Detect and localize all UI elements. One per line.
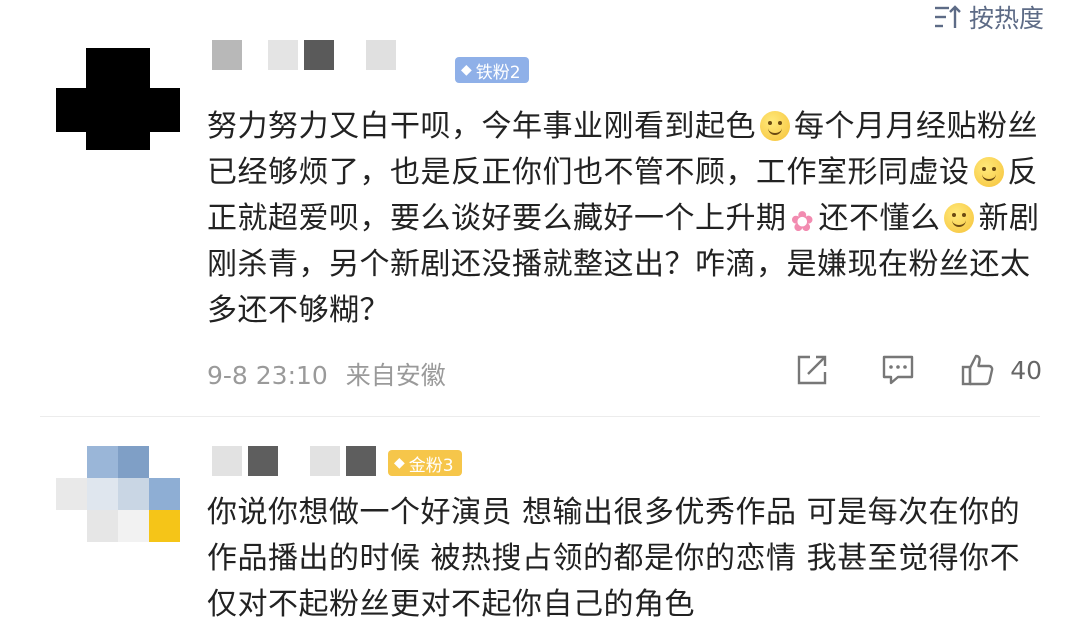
- comment-text-part: 还不懂么: [818, 201, 941, 236]
- like-icon[interactable]: [960, 352, 996, 388]
- share-icon[interactable]: [794, 352, 830, 388]
- comment-meta: 9-8 23:10 来自安徽: [207, 356, 446, 392]
- avatar[interactable]: [56, 446, 180, 542]
- comment-item: ◆ 金粉3 你说你想做一个好演员 想输出很多优秀作品 可是每次在你的作品播出的时…: [0, 440, 1080, 639]
- comment-actions: 40: [794, 352, 1042, 388]
- username-redacted[interactable]: [212, 446, 376, 476]
- avatar[interactable]: [56, 48, 180, 150]
- smile-emoji: [973, 157, 1004, 187]
- like-count: 40: [1010, 355, 1042, 385]
- comment-time: 9-8 23:10: [207, 361, 328, 390]
- reply-icon[interactable]: [880, 352, 916, 388]
- username-redacted[interactable]: [212, 40, 396, 70]
- comment-text-part: 努力努力又白干呗，今年事业刚看到起色: [207, 109, 756, 144]
- smile-emoji: [760, 111, 790, 141]
- diamond-icon: ◆: [394, 455, 405, 471]
- fan-badge[interactable]: ◆ 铁粉2: [455, 57, 529, 83]
- sort-icon: [934, 5, 961, 28]
- comment-text: 努力努力又白干呗，今年事业刚看到起色 每个月月经贴粉丝已经够烦了，也是反正你们也不…: [207, 104, 1047, 334]
- diamond-icon: ◆: [461, 62, 472, 78]
- smile-emoji: [944, 203, 975, 233]
- flower-emoji: ✿: [790, 205, 815, 238]
- comment-text: 你说你想做一个好演员 想输出很多优秀作品 可是每次在你的作品播出的时候 被热搜占…: [207, 495, 1021, 622]
- badge-label: 金粉3: [408, 455, 454, 476]
- fan-badge[interactable]: ◆ 金粉3: [388, 450, 462, 476]
- comment-item: ◆ 铁粉2 努力努力又白干呗，今年事业刚看到起色 每个月月经贴粉丝已经够烦了，也是…: [0, 30, 1080, 410]
- comment-location: 来自安徽: [345, 361, 446, 390]
- divider: [40, 416, 1040, 417]
- sort-by-hot-button[interactable]: 按热度: [933, 0, 1044, 34]
- badge-label: 铁粉2: [475, 62, 521, 83]
